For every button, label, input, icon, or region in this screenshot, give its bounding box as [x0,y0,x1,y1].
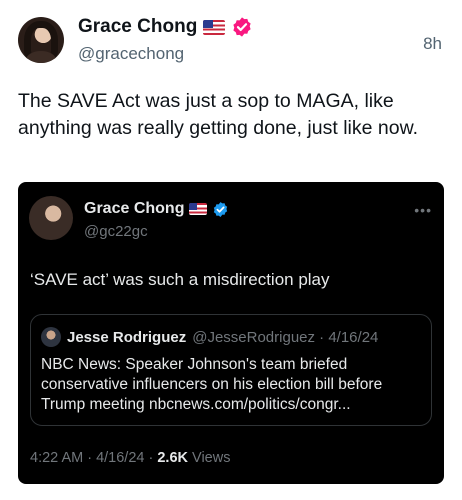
quoted-post: Jesse Rodriguez @JesseRodriguez · 4/16/2… [30,314,432,426]
views-count: 2.6K [157,450,188,466]
quoted-author-avatar [41,327,61,347]
post-text: The SAVE Act was just a sop to MAGA, lik… [18,90,418,139]
embedded-post-timestamp: 4:22 AM · 4/16/24 · [30,450,158,466]
us-flag-icon [203,19,226,35]
embedded-author-handle: @gc22gc [84,223,148,240]
verified-badge-icon [214,201,228,217]
post-timestamp[interactable]: 8h [423,34,442,54]
views-label: Views [188,450,231,466]
verified-badge-icon [233,17,251,37]
embedded-post-text: ‘SAVE act’ was such a misdirection play [30,270,330,289]
quoted-post-header: Jesse Rodriguez @JesseRodriguez · 4/16/2… [41,327,378,347]
us-flag-icon [189,203,208,215]
embedded-author-avatar [29,196,73,240]
quoted-post-text: NBC News: Speaker Johnson's team briefed… [41,356,383,413]
embedded-author-name: Grace Chong [84,200,185,217]
embedded-post-footer: 4:22 AM · 4/16/24 · 2.6K Views [30,450,230,466]
author-name-row: Grace Chong [78,16,253,38]
embedded-author-name-row: Grace Chong [84,200,229,218]
embedded-post-image[interactable]: Grace Chong @gc22gc ••• ‘SAVE act’ was s… [18,182,444,484]
author-name[interactable]: Grace Chong [78,16,197,38]
quoted-author-name: Jesse Rodriguez [67,328,187,346]
post-card: Grace Chong @gracechong 8h The SAVE Act … [0,0,462,500]
author-avatar[interactable] [18,17,64,63]
author-handle[interactable]: @gracechong [78,44,184,64]
quoted-author-meta: @JesseRodriguez · 4/16/24 [192,328,379,346]
more-horizontal-icon: ••• [414,202,432,218]
